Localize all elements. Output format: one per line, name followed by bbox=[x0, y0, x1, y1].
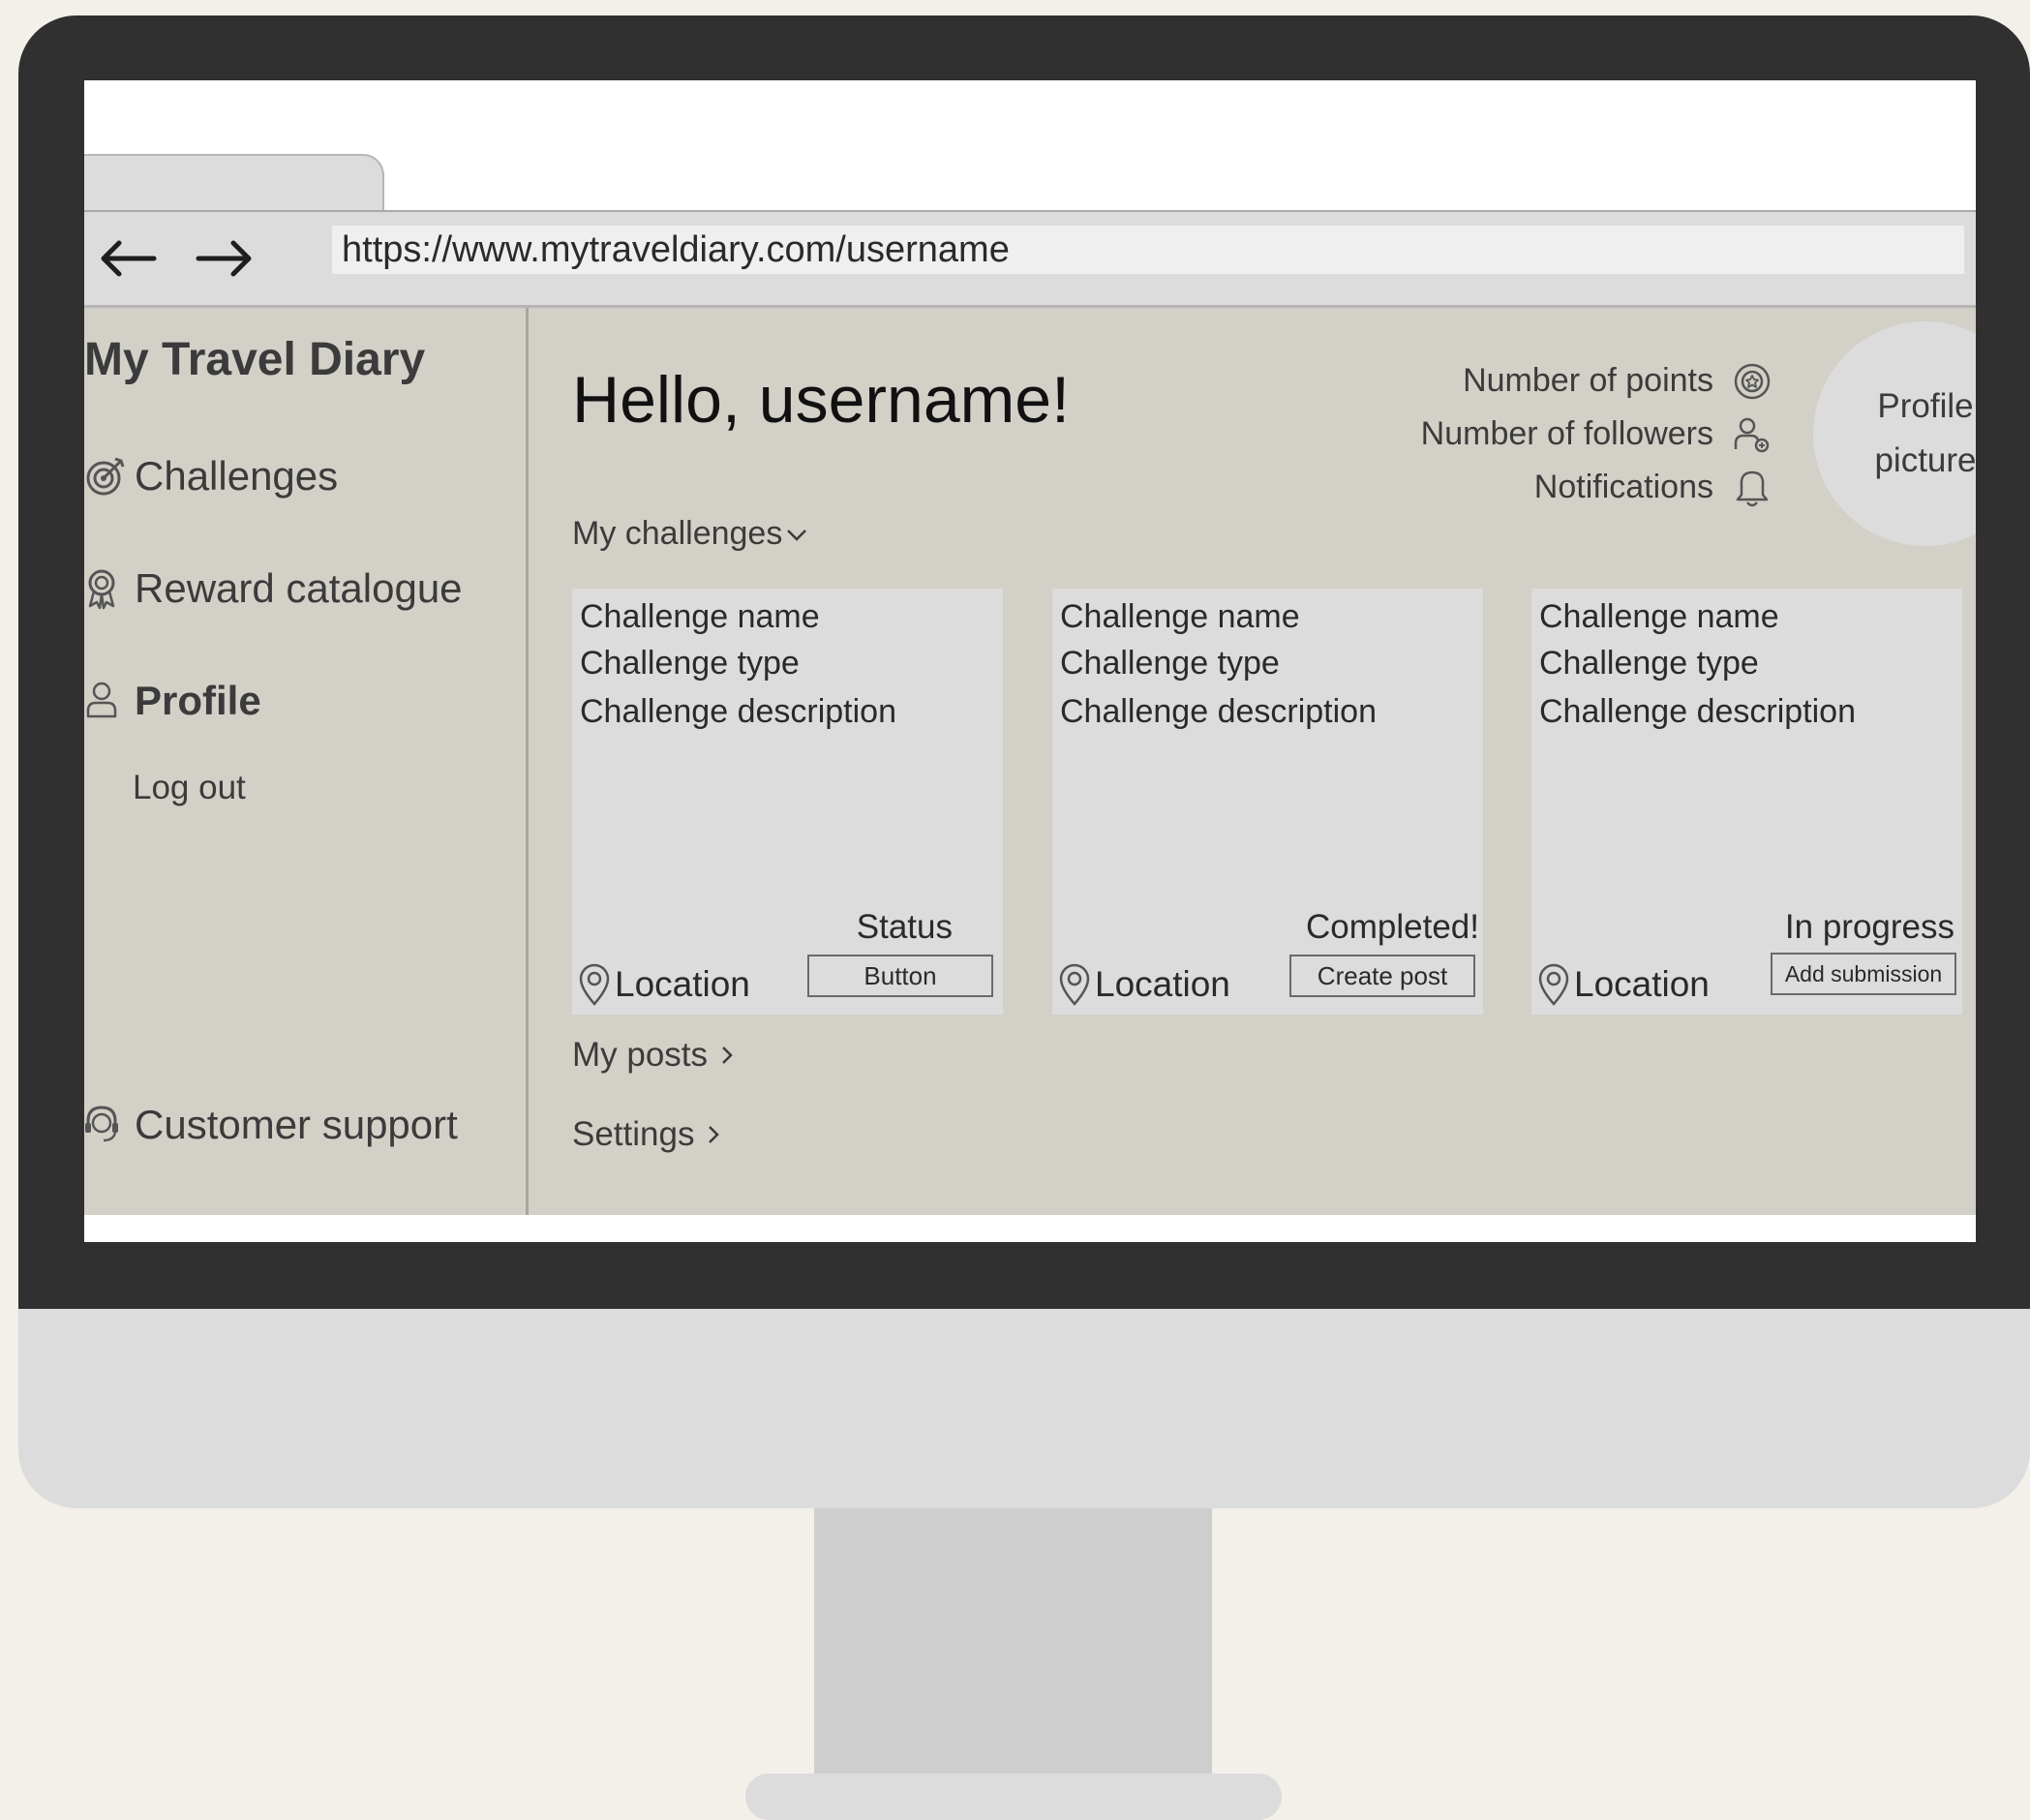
challenge-description: Challenge description bbox=[580, 693, 896, 730]
sidebar-item-label: Customer support bbox=[135, 1102, 458, 1147]
challenge-status: Completed! bbox=[1306, 908, 1479, 946]
user-icon bbox=[84, 678, 131, 724]
dropdown-label: My challenges bbox=[572, 515, 783, 552]
challenge-card[interactable]: Challenge name Challenge type Challenge … bbox=[1531, 589, 1962, 1015]
sidebar-item-label: Reward catalogue bbox=[135, 565, 463, 611]
points-icon bbox=[1727, 358, 1777, 405]
chevron-down-icon bbox=[787, 529, 807, 541]
award-icon bbox=[84, 565, 131, 612]
my-challenges-dropdown[interactable]: My challenges bbox=[572, 515, 809, 553]
chevron-right-icon bbox=[709, 1126, 720, 1143]
chevron-right-icon bbox=[722, 1046, 733, 1064]
challenge-name: Challenge name bbox=[1539, 598, 1779, 635]
sidebar: My Travel Diary Challenges Reward catalo… bbox=[84, 308, 526, 1215]
main-content: Hello, username! Number of points Number… bbox=[529, 308, 1976, 1215]
followers-icon bbox=[1727, 411, 1777, 458]
challenge-location: Location bbox=[1537, 963, 1710, 1006]
challenge-card[interactable]: Challenge name Challenge type Challenge … bbox=[572, 589, 1003, 1015]
browser-tab[interactable] bbox=[84, 154, 384, 218]
settings-link[interactable]: Settings bbox=[572, 1115, 725, 1154]
sidebar-item-log-out[interactable]: Log out bbox=[133, 769, 246, 807]
sidebar-item-challenges[interactable]: Challenges bbox=[84, 453, 338, 500]
sidebar-item-profile[interactable]: Profile bbox=[84, 678, 261, 724]
challenge-status: In progress bbox=[1784, 908, 1954, 946]
screen: https://www.mytraveldiary.com/username M… bbox=[84, 80, 1976, 1242]
notifications-label: Notifications bbox=[1533, 469, 1713, 505]
sidebar-item-label: Challenges bbox=[135, 453, 339, 499]
my-posts-link[interactable]: My posts bbox=[572, 1036, 739, 1075]
profile-picture-label: Profile picture bbox=[1874, 387, 1976, 479]
location-pin-icon bbox=[1538, 963, 1569, 1006]
browser-toolbar: https://www.mytraveldiary.com/username bbox=[84, 212, 1976, 305]
monitor-chin bbox=[18, 1309, 2030, 1508]
back-button[interactable] bbox=[94, 231, 162, 286]
location-label: Location bbox=[1095, 964, 1230, 1004]
monitor-stand bbox=[814, 1508, 1212, 1777]
sidebar-item-customer-support[interactable]: Customer support bbox=[84, 1102, 458, 1148]
add-submission-button[interactable]: Add submission bbox=[1771, 953, 1956, 995]
my-posts-label: My posts bbox=[572, 1036, 709, 1074]
sidebar-item-label: Profile bbox=[135, 678, 261, 723]
followers-stat[interactable]: Number of followers bbox=[1421, 408, 1777, 461]
location-label: Location bbox=[1574, 964, 1710, 1004]
target-icon bbox=[84, 453, 131, 500]
notifications-stat[interactable]: Notifications bbox=[1421, 461, 1777, 514]
location-pin-icon bbox=[579, 963, 610, 1006]
profile-picture[interactable]: Profile picture bbox=[1813, 321, 1976, 546]
challenge-type: Challenge type bbox=[1539, 645, 1759, 682]
location-label: Location bbox=[615, 964, 750, 1004]
challenge-name: Challenge name bbox=[580, 598, 820, 635]
challenge-name: Challenge name bbox=[1060, 598, 1300, 635]
followers-label: Number of followers bbox=[1420, 415, 1713, 452]
address-bar[interactable]: https://www.mytraveldiary.com/username bbox=[332, 226, 1964, 274]
bell-icon bbox=[1727, 465, 1777, 511]
challenge-location: Location bbox=[578, 963, 750, 1006]
challenge-status: Status bbox=[856, 908, 953, 946]
app-logo-text: My Travel Diary bbox=[84, 334, 426, 385]
challenge-type: Challenge type bbox=[1060, 645, 1280, 682]
points-label: Number of points bbox=[1463, 362, 1713, 399]
challenge-card[interactable]: Challenge name Challenge type Challenge … bbox=[1052, 589, 1483, 1015]
page-title: Hello, username! bbox=[572, 363, 1071, 437]
arrow-right-icon bbox=[196, 240, 252, 277]
settings-label: Settings bbox=[572, 1115, 695, 1153]
create-post-button[interactable]: Create post bbox=[1289, 955, 1475, 997]
user-stats: Number of points Number of followers Not… bbox=[1421, 354, 1777, 514]
app-page: My Travel Diary Challenges Reward catalo… bbox=[84, 308, 1976, 1215]
sidebar-item-reward-catalogue[interactable]: Reward catalogue bbox=[84, 565, 463, 612]
arrow-left-icon bbox=[101, 240, 157, 277]
challenge-action-button[interactable]: Button bbox=[807, 955, 993, 997]
headset-icon bbox=[84, 1102, 131, 1148]
challenge-type: Challenge type bbox=[580, 645, 800, 682]
location-pin-icon bbox=[1059, 963, 1090, 1006]
forward-button[interactable] bbox=[191, 231, 258, 286]
points-stat[interactable]: Number of points bbox=[1421, 354, 1777, 408]
challenge-description: Challenge description bbox=[1060, 693, 1377, 730]
challenge-location: Location bbox=[1058, 963, 1230, 1006]
challenge-description: Challenge description bbox=[1539, 693, 1856, 730]
